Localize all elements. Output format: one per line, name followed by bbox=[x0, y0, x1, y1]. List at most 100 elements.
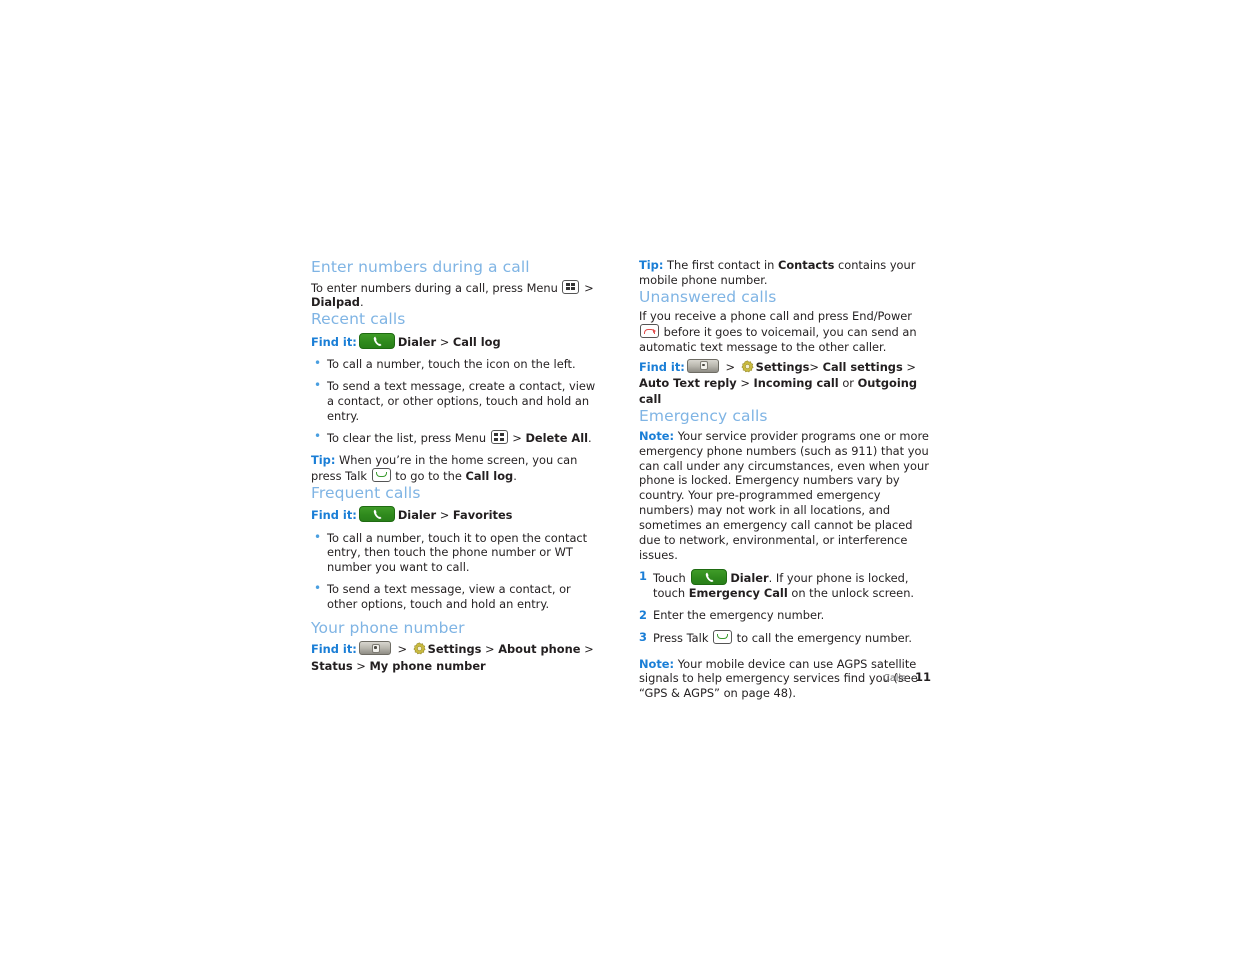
my-phone-number-term: My phone number bbox=[369, 658, 486, 673]
step-text-post: on the unlock screen. bbox=[787, 586, 915, 601]
list-item: 1 Touch Dialer. If your phone is locked, … bbox=[639, 569, 931, 601]
paragraph-text: To enter numbers during a call, press Me… bbox=[311, 280, 562, 295]
step-text-post: to call the emergency number. bbox=[733, 631, 912, 646]
tip-label: Tip: bbox=[639, 258, 664, 272]
left-column: Enter numbers during a call To enter num… bbox=[311, 258, 601, 674]
findit-label: Find it: bbox=[311, 642, 357, 657]
heading-emergency-calls: Emergency calls bbox=[639, 407, 768, 426]
page-footer: Calls 11 bbox=[639, 670, 931, 684]
dialpad-term: Dialpad bbox=[311, 295, 360, 310]
findit-label: Find it: bbox=[639, 359, 685, 374]
paragraph-enter-numbers: To enter numbers during a call, press Me… bbox=[311, 279, 601, 311]
findit-label: Find it: bbox=[311, 334, 357, 349]
note-label: Note: bbox=[639, 656, 675, 671]
note-emergency-calls: Note: Your service provider programs one… bbox=[639, 429, 931, 562]
incoming-call-term: Incoming call bbox=[753, 375, 839, 390]
tip-label: Tip: bbox=[311, 453, 336, 468]
settings-gear-icon bbox=[741, 360, 754, 373]
findit-separator: > bbox=[436, 334, 453, 349]
menu-key-icon bbox=[562, 279, 580, 294]
talk-key-icon bbox=[371, 468, 391, 482]
steps-emergency-call: 1 Touch Dialer. If your phone is locked, … bbox=[639, 569, 931, 646]
heading-your-phone-number: Your phone number bbox=[311, 618, 465, 637]
note-text: Your service provider programs one or mo… bbox=[639, 428, 929, 562]
footer-section-label: Calls bbox=[883, 673, 906, 684]
right-column: Tip: The first contact in Contacts conta… bbox=[639, 258, 931, 701]
findit-label: Find it: bbox=[311, 508, 357, 523]
heading-enter-numbers: Enter numbers during a call bbox=[311, 258, 530, 276]
step-text: Enter the emergency number. bbox=[653, 608, 825, 623]
findit-separator: > bbox=[352, 658, 370, 673]
page-number: 11 bbox=[914, 670, 931, 684]
paragraph-text-pre: If you receive a phone call and press En… bbox=[639, 309, 912, 324]
findit-separator: > bbox=[721, 359, 739, 374]
talk-key-icon bbox=[713, 630, 733, 645]
contacts-term: Contacts bbox=[777, 258, 835, 272]
step-number: 1 bbox=[639, 569, 647, 584]
emergency-call-term: Emergency Call bbox=[688, 586, 788, 601]
findit-your-phone-number: Find it: > Settings > About phone > Stat… bbox=[311, 641, 601, 673]
auto-text-reply-term: Auto Text reply bbox=[639, 375, 737, 390]
findit-call-log-term: Call log bbox=[452, 334, 501, 349]
note-label: Note: bbox=[639, 428, 675, 443]
tip-text-pre: The first contact in bbox=[663, 258, 778, 272]
tip-text-post: . bbox=[513, 469, 517, 483]
list-item: To call a number, touch the icon on the … bbox=[311, 356, 601, 372]
dialer-icon bbox=[358, 332, 395, 349]
bullet-list-recent-calls: To call a number, touch the icon on the … bbox=[311, 356, 601, 446]
heading-recent-calls: Recent calls bbox=[311, 310, 406, 329]
list-item-separator: > bbox=[508, 431, 526, 446]
bullet-list-frequent-calls: To call a number, touch it to open the c… bbox=[311, 530, 601, 612]
home-key-icon bbox=[686, 358, 719, 373]
step-text-pre: Press Talk bbox=[653, 631, 713, 646]
paragraph-text-post: before it goes to voicemail, you can sen… bbox=[639, 325, 917, 354]
step-number: 2 bbox=[639, 608, 647, 623]
dialer-icon bbox=[691, 569, 728, 586]
findit-frequent-calls: Find it: Dialer > Favorites bbox=[311, 506, 601, 523]
tip-contacts: Tip: The first contact in Contacts conta… bbox=[639, 258, 931, 288]
findit-separator: > bbox=[393, 642, 411, 657]
manual-page: Enter numbers during a call To enter num… bbox=[0, 0, 1235, 954]
end-power-key-icon bbox=[640, 324, 659, 339]
findit-favorites-term: Favorites bbox=[452, 508, 513, 523]
findit-separator: > bbox=[436, 508, 453, 523]
paragraph-separator: > bbox=[580, 280, 594, 295]
list-item: 2 Enter the emergency number. bbox=[639, 608, 931, 623]
paragraph-period: . bbox=[359, 295, 364, 310]
findit-or: or bbox=[838, 375, 858, 390]
list-item: To send a text message, create a contact… bbox=[311, 378, 601, 423]
step-text-pre: Touch bbox=[653, 571, 690, 586]
settings-term: Settings bbox=[755, 359, 810, 374]
list-item-period: . bbox=[588, 431, 592, 446]
menu-key-icon bbox=[490, 430, 508, 445]
findit-separator: > bbox=[481, 642, 499, 657]
tip-recent-calls: Tip: When you’re in the home screen, you… bbox=[311, 453, 601, 484]
home-key-icon bbox=[358, 641, 391, 656]
list-item-text: To clear the list, press Menu bbox=[327, 431, 490, 446]
paragraph-unanswered-calls: If you receive a phone call and press En… bbox=[639, 309, 931, 354]
call-log-term: Call log bbox=[465, 469, 514, 483]
settings-gear-icon bbox=[413, 642, 426, 655]
findit-separator: > bbox=[736, 375, 754, 390]
heading-unanswered-calls: Unanswered calls bbox=[639, 287, 777, 306]
findit-separator: > bbox=[580, 642, 594, 657]
dialer-term: Dialer bbox=[730, 571, 769, 586]
delete-all-term: Delete All bbox=[525, 431, 589, 446]
step-number: 3 bbox=[639, 630, 647, 645]
call-settings-term: Call settings bbox=[822, 359, 903, 374]
findit-separator: > bbox=[809, 359, 823, 374]
tip-text-mid: to go to the bbox=[391, 469, 466, 483]
findit-separator: > bbox=[902, 359, 916, 374]
list-item: To call a number, touch it to open the c… bbox=[311, 530, 601, 575]
dialer-icon bbox=[358, 506, 395, 523]
list-item: To clear the list, press Menu > Delete A… bbox=[311, 429, 601, 446]
findit-dialer-term: Dialer bbox=[397, 508, 437, 523]
list-item: To send a text message, view a contact, … bbox=[311, 581, 601, 612]
findit-unanswered-calls: Find it: > Settings> Call settings > Aut… bbox=[639, 358, 931, 408]
heading-frequent-calls: Frequent calls bbox=[311, 483, 421, 502]
findit-dialer-term: Dialer bbox=[397, 334, 437, 349]
status-term: Status bbox=[311, 658, 353, 673]
settings-term: Settings bbox=[427, 642, 482, 657]
about-phone-term: About phone bbox=[498, 642, 581, 657]
list-item: 3 Press Talk to call the emergency number… bbox=[639, 630, 931, 646]
